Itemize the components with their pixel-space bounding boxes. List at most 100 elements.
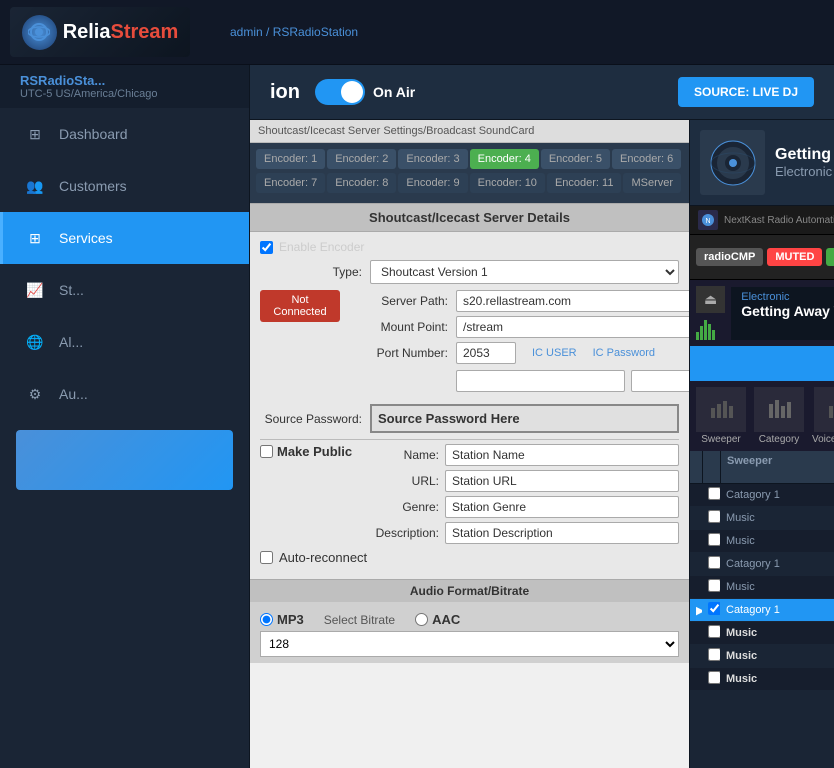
source-button[interactable]: SOURCE: LIVE DJ [678,77,814,107]
cat-icon-category[interactable]: Category [754,387,804,445]
category-label: Category [759,434,800,445]
aac-option[interactable]: AAC [415,612,460,627]
port-input[interactable] [456,342,516,364]
player-eject-buttons: ⏏ [696,286,725,340]
row-4-arrow [690,584,702,590]
ic-password-link[interactable]: IC Password [593,347,655,359]
encoder-tab-3[interactable]: Encoder: 3 [398,149,467,169]
sidebar-item-services[interactable]: ⊞ Services [0,212,249,264]
auto-button[interactable]: Auto [826,248,834,266]
playlist-row-6[interactable]: Music 09:28.5 [690,622,834,645]
logo: ReliaStream [10,7,210,57]
main-content: ion On Air SOURCE: LIVE DJ Shoutcast/Ice… [250,65,834,768]
mp3-option[interactable]: MP3 [260,612,304,627]
row-6-checkbox[interactable] [708,625,720,638]
row-7-check[interactable] [702,645,720,667]
header-check [703,451,721,483]
encoder-tab-2[interactable]: Encoder: 2 [327,149,396,169]
logo-icon [22,15,57,50]
row-7-name: Music [720,647,834,665]
muted-button[interactable]: MUTED [767,248,822,266]
player-row-main: ⏏ Electronic Getti [696,286,834,340]
auto-reconnect-checkbox[interactable] [260,551,273,564]
enable-encoder-row: Enable Encoder [260,240,679,254]
encoder-tab-1[interactable]: Encoder: 1 [256,149,325,169]
sidebar-item-stats[interactable]: 📈 St... [0,264,249,316]
row-5-checkbox[interactable] [708,602,720,615]
encoder-tab-8[interactable]: Encoder: 8 [327,173,396,193]
row-3-check[interactable] [702,553,720,575]
eject-button[interactable]: ⏏ [696,286,725,313]
sidebar-item-customers[interactable]: 👥 Customers [0,160,249,212]
row-1-checkbox[interactable] [708,510,720,523]
row-2-check[interactable] [702,530,720,552]
row-6-check[interactable] [702,622,720,644]
encoder-tab-11[interactable]: Encoder: 11 [547,173,622,193]
sidebar-item-dashboard[interactable]: ⊞ Dashboard [0,108,249,160]
aac-radio[interactable] [415,613,428,626]
row-0-check[interactable] [702,484,720,506]
mp3-radio[interactable] [260,613,273,626]
station-url-input[interactable] [445,470,679,492]
playlist-row-3[interactable]: Catagory 1 10:09.5 [690,553,834,576]
encoder-tab-5[interactable]: Encoder: 5 [541,149,610,169]
encoder-tab-7[interactable]: Encoder: 7 [256,173,325,193]
playlist-row-1[interactable]: Music 10:03.2 [690,507,834,530]
sidebar-item-all[interactable]: 🌐 Al... [0,316,249,368]
breadcrumb-sep: / [266,25,273,39]
row-1-check[interactable] [702,507,720,529]
cat-icon-voicetracks[interactable]: VoiceTracks [812,387,834,445]
station-title: ion [270,81,300,104]
station-name-input[interactable] [445,444,679,466]
row-8-check[interactable] [702,668,720,690]
playlist-row-5[interactable]: ▶ Catagory 1 09:25.4 [690,599,834,622]
enable-encoder-checkbox[interactable] [260,241,273,254]
settings-tab-label[interactable]: Shoutcast/Icecast Server Settings/Broadc… [250,120,689,143]
server-path-row: Server Path: [346,290,690,312]
make-public-checkbox[interactable] [260,445,273,458]
playlist-row-0[interactable]: Catagory 1 09:59.4 [690,484,834,507]
cat-icon-sweeper[interactable]: Sweeper [696,387,746,445]
encoder-tab-9[interactable]: Encoder: 9 [398,173,467,193]
playlist-table: Sweeper Category TimeOn-Pro Catagory 1 0… [690,451,834,768]
encoder-tab-10[interactable]: Encoder: 10 [470,173,545,193]
row-5-name: Catagory 1 [720,601,834,619]
station-genre-input[interactable] [445,496,679,518]
encoder-tab-4[interactable]: Encoder: 4 [470,149,539,169]
row-3-arrow [690,561,702,567]
playlist-header[interactable]: Playlist\Rotation Screen [click to searc… [690,346,834,381]
playlist-row-4[interactable]: Music 10:13.4 [690,576,834,599]
server-path-input[interactable] [456,290,690,312]
playlist-row-2[interactable]: Music 10:07.0 [690,530,834,553]
playlist-row-7[interactable]: Music 09:32.2 [690,645,834,668]
station-description-input[interactable] [445,522,679,544]
mount-point-input[interactable] [456,316,690,338]
ic-pass-input[interactable] [631,370,690,392]
row-3-checkbox[interactable] [708,556,720,569]
player-section: ⏏ Electronic Getti [690,280,834,346]
sidebar-timezone: UTC-5 US/America/Chicago [20,88,229,100]
ic-user-input[interactable] [456,370,625,392]
type-select[interactable]: Shoutcast Version 1 Shoutcast Version 2 … [370,260,679,284]
breadcrumb-station: RSRadioStation [273,25,358,39]
make-public-checkbox-section: Make Public [260,444,365,460]
sidebar-item-auto[interactable]: ⚙ Au... [0,368,249,420]
row-2-checkbox[interactable] [708,533,720,546]
encoder-tab-mserver[interactable]: MServer [623,173,681,193]
bitrate-dropdown[interactable]: 64 96 128 192 256 320 [260,631,679,657]
on-air-toggle[interactable] [315,79,365,105]
row-4-checkbox[interactable] [708,579,720,592]
level-bar-5 [712,330,715,340]
url-field-row: URL: [365,470,679,492]
encoder-tab-6[interactable]: Encoder: 6 [612,149,681,169]
row-5-check[interactable] [702,599,720,621]
row-0-checkbox[interactable] [708,487,720,500]
toggle-switch[interactable]: On Air [315,79,415,105]
radiocmp-button[interactable]: radioCMP [696,248,763,266]
ic-user-link[interactable]: IC USER [532,347,577,359]
sweeper-label: Sweeper [701,434,740,445]
row-4-check[interactable] [702,576,720,598]
row-8-checkbox[interactable] [708,671,720,684]
playlist-row-8[interactable]: Music [690,668,834,691]
row-7-checkbox[interactable] [708,648,720,661]
